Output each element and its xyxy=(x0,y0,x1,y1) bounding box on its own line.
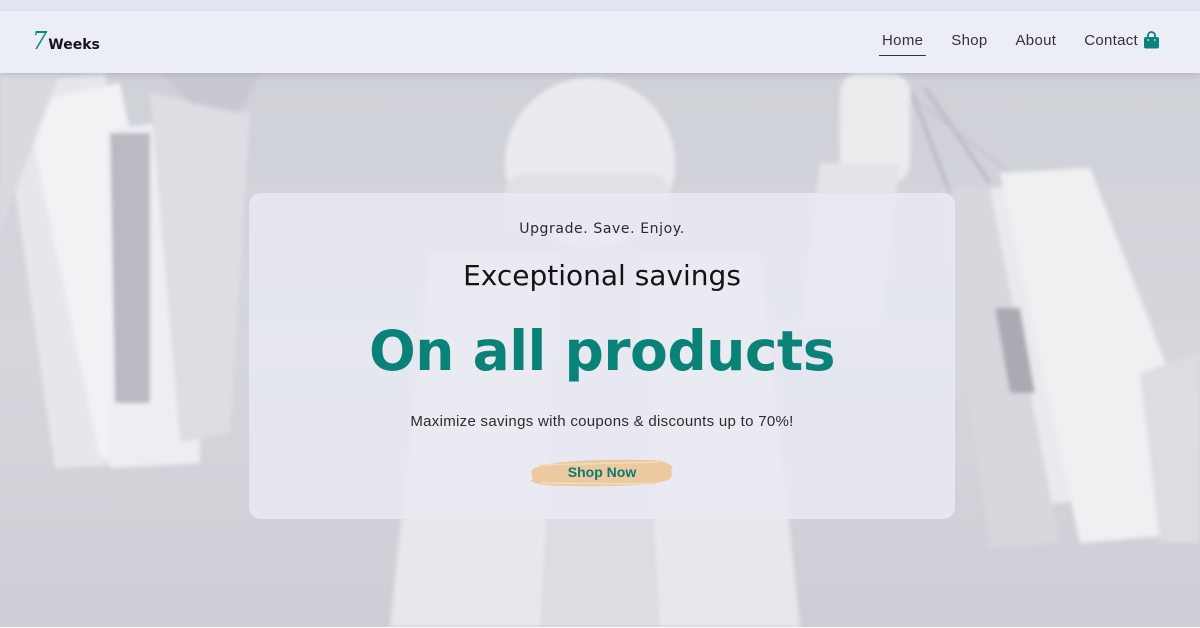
hero-big-headline: On all products xyxy=(369,319,835,383)
promo-card: Upgrade. Save. Enjoy. Exceptional saving… xyxy=(249,193,955,519)
shop-now-button[interactable]: Shop Now xyxy=(529,455,675,491)
logo-text: Weeks xyxy=(48,37,100,53)
nav-item-shop[interactable]: Shop xyxy=(951,32,987,49)
nav-item-about[interactable]: About xyxy=(1016,32,1057,49)
navbar: 7 Weeks Home Shop About Contact xyxy=(0,11,1200,73)
shop-now-label: Shop Now xyxy=(567,464,637,480)
hero-headline: Exceptional savings xyxy=(463,259,741,292)
hero-subline: Maximize savings with coupons & discount… xyxy=(410,413,794,430)
logo[interactable]: 7 Weeks xyxy=(32,29,100,53)
nav-item-home[interactable]: Home xyxy=(879,32,927,56)
hero-section: Upgrade. Save. Enjoy. Exceptional saving… xyxy=(0,73,1200,627)
top-strip xyxy=(0,0,1200,11)
shopping-bag-icon[interactable] xyxy=(1143,31,1160,49)
nav-menu: Home Shop About Contact xyxy=(854,32,1138,56)
nav-item-contact[interactable]: Contact xyxy=(1084,32,1138,49)
hero-tagline: Upgrade. Save. Enjoy. xyxy=(519,221,685,237)
logo-mark: 7 xyxy=(32,27,48,55)
